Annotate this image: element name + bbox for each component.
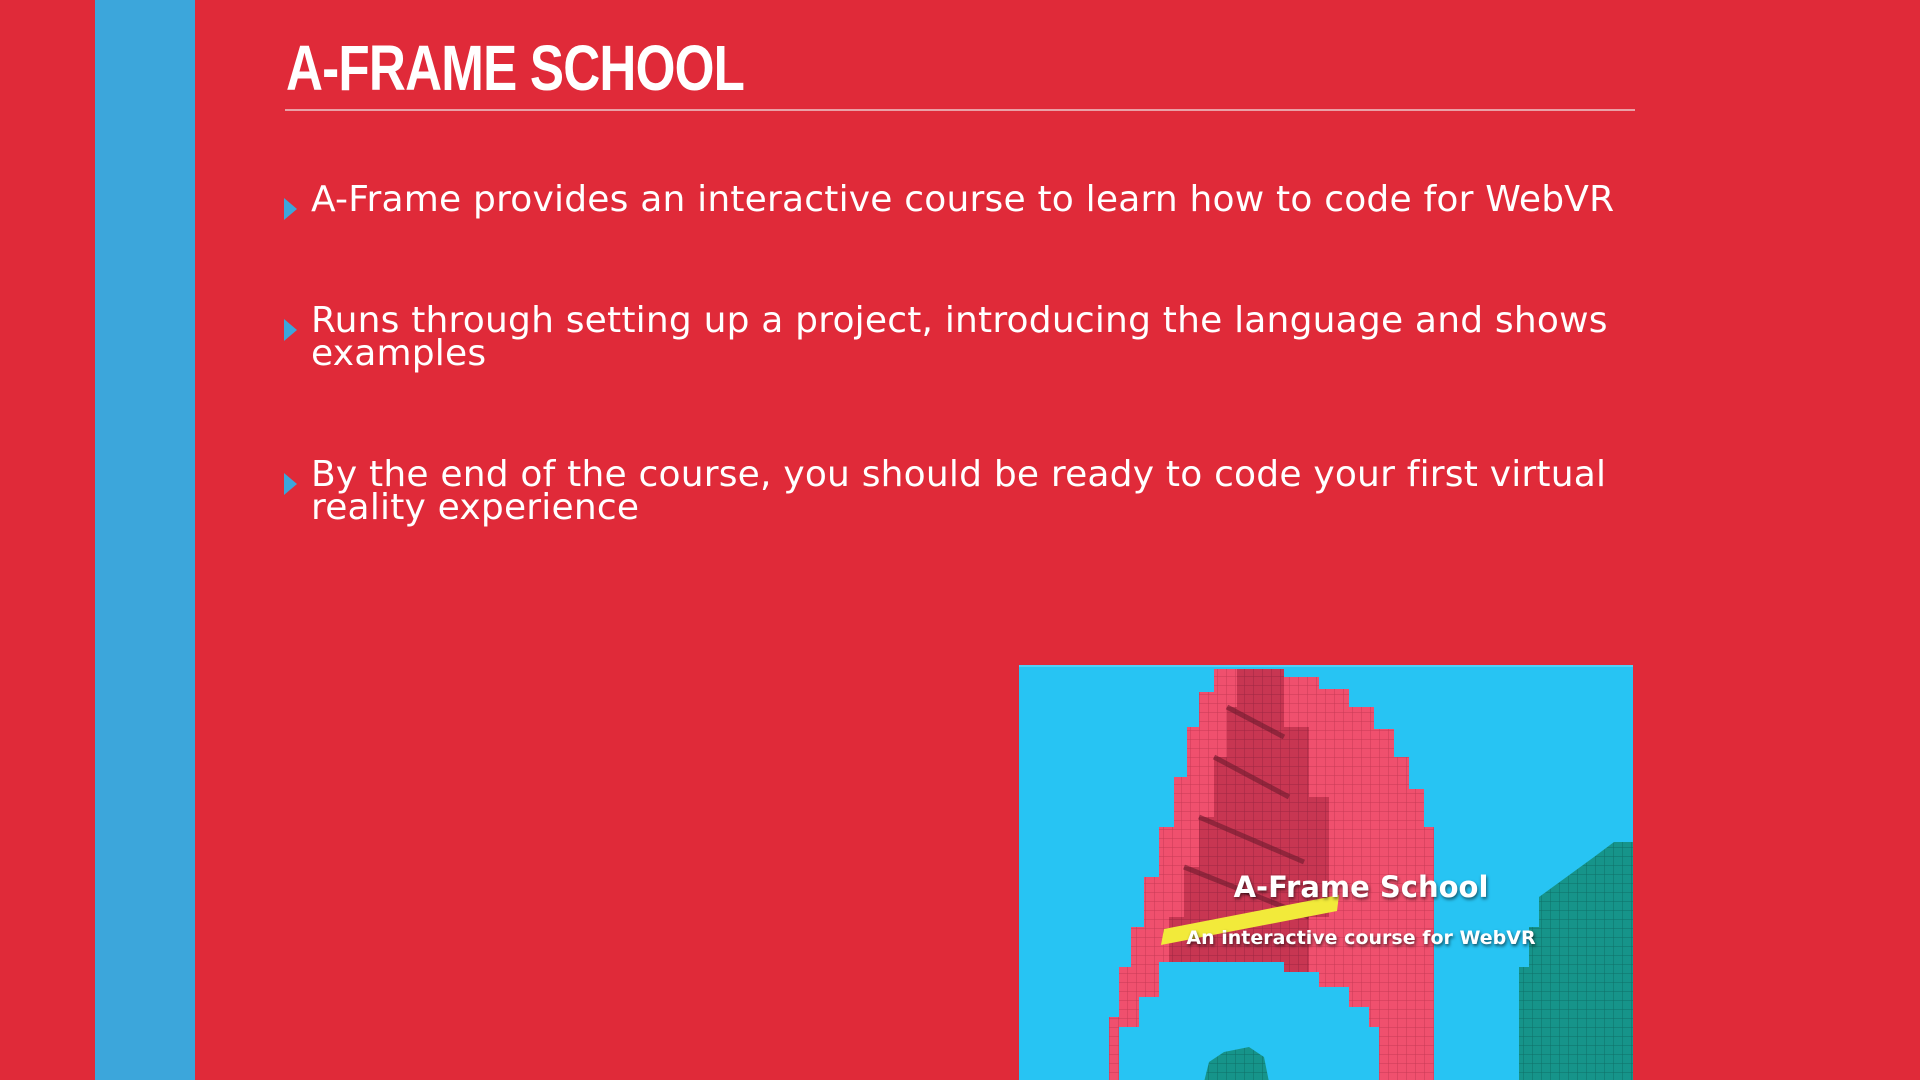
promo-title: A-Frame School [1233, 870, 1489, 904]
title-divider [285, 109, 1635, 111]
left-accent-stripe [95, 0, 195, 1080]
slide-title: A-FRAME SCHOOL [286, 32, 745, 104]
bullet-arrow-icon [284, 319, 297, 341]
bullet-arrow-icon [284, 473, 297, 495]
a-frame-school-promo-image: A-Frame School An interactive course for… [1019, 665, 1633, 1080]
promo-subtitle: An interactive course for WebVR [1186, 927, 1536, 949]
bullet-text: By the end of the course, you should be … [311, 454, 1607, 528]
bullet-arrow-icon [284, 198, 297, 220]
bullet-text: Runs through setting up a project, intro… [311, 300, 1608, 374]
bullet-text: A-Frame provides an interactive course t… [311, 179, 1615, 220]
